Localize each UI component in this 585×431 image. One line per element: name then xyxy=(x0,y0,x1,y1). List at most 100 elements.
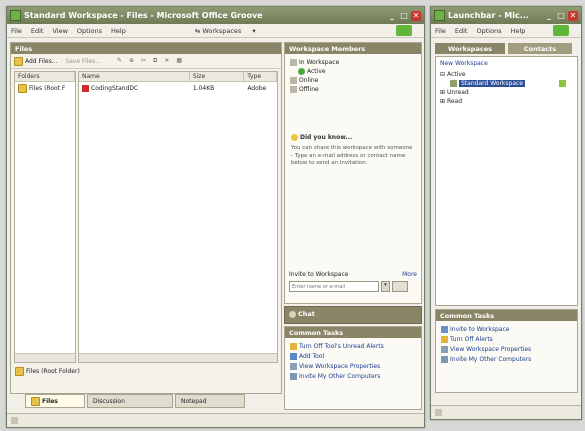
chat-header[interactable]: Chat xyxy=(285,307,421,321)
invite-input[interactable] xyxy=(289,281,379,292)
add-files-icon xyxy=(14,56,23,66)
folder-icon xyxy=(18,84,27,93)
tab-files[interactable]: Files xyxy=(25,394,85,408)
main-status-bar xyxy=(7,413,424,427)
presence-online-icon xyxy=(298,68,305,75)
files-tab-icon xyxy=(31,396,40,406)
workspaces-menu[interactable]: ⇆ Workspaces ▾ xyxy=(195,27,256,35)
column-size[interactable]: Size xyxy=(190,72,245,81)
tab-discussion[interactable]: Discussion xyxy=(87,394,173,408)
menu-options[interactable]: Options xyxy=(77,27,102,35)
close-button[interactable]: ✕ xyxy=(411,10,421,21)
tool-tabs: Files Discussion Notepad xyxy=(25,394,245,410)
files-scrollbar[interactable] xyxy=(79,353,277,362)
launchbar-menu-help[interactable]: Help xyxy=(511,27,526,35)
common-tasks-panel: Common Tasks Turn Off Tool's Unread Aler… xyxy=(284,326,422,410)
add-tool-icon xyxy=(290,352,297,360)
new-workspace-link[interactable]: New Workspace xyxy=(436,57,577,70)
launchbar-close-button[interactable]: ✕ xyxy=(568,10,578,21)
task-add-tool[interactable]: Add Tool xyxy=(290,351,416,361)
toolbar-icons[interactable]: ✎⊕✂⧉✕▦ xyxy=(117,57,189,65)
tab-workspaces[interactable]: Workspaces xyxy=(435,43,505,54)
common-tasks-header: Common Tasks xyxy=(285,327,421,338)
chat-panel: Chat xyxy=(284,306,422,324)
files-panel-header: Files xyxy=(11,43,281,54)
groove-app-icon xyxy=(434,10,445,21)
groove-logo xyxy=(553,25,569,36)
group-online[interactable]: Online xyxy=(290,76,416,85)
task-turn-off-alerts[interactable]: Turn Off Tool's Unread Alerts xyxy=(290,341,416,351)
files-list-pane: Name Size Type CodingStandDC 1.04KB Adob… xyxy=(78,71,278,363)
folders-scrollbar[interactable] xyxy=(15,353,75,362)
computer-icon xyxy=(290,372,297,380)
tab-notepad[interactable]: Notepad xyxy=(175,394,245,408)
workspace-members-panel: Workspace Members In Workspace Active On… xyxy=(284,42,422,304)
group-unread[interactable]: ⊞ Unread xyxy=(436,88,577,97)
computer-icon xyxy=(441,355,448,363)
launchbar-maximize-button[interactable]: □ xyxy=(556,11,566,21)
pdf-file-icon xyxy=(82,85,89,92)
properties-icon xyxy=(441,345,448,353)
group-icon xyxy=(290,59,297,66)
minimize-button[interactable]: _ xyxy=(387,11,397,21)
chat-icon xyxy=(289,310,296,318)
files-toolbar: Add Files... Save Files... ✎⊕✂⧉✕▦ xyxy=(11,54,281,69)
main-title-bar[interactable]: Standard Workspace - Files - Microsoft O… xyxy=(7,7,424,24)
invite-dropdown-button[interactable]: ▾ xyxy=(381,281,390,292)
task-invite-computers[interactable]: Invite My Other Computers xyxy=(441,354,572,364)
alert-icon xyxy=(290,342,297,350)
group-in-workspace[interactable]: In Workspace xyxy=(290,58,416,67)
launchbar-common-tasks-header: Common Tasks xyxy=(436,310,577,321)
group-read[interactable]: ⊞ Read xyxy=(436,97,577,106)
main-menu-bar: File Edit View Options Help ⇆ Workspaces… xyxy=(7,24,424,38)
main-window-title: Standard Workspace - Files - Microsoft O… xyxy=(24,11,263,20)
alert-icon xyxy=(441,335,448,343)
column-type[interactable]: Type xyxy=(244,72,277,81)
launchbar-title-bar[interactable]: Launchbar - Mic... _ □ ✕ xyxy=(431,7,581,24)
group-offline[interactable]: Offline xyxy=(290,85,416,94)
invite-section: Invite to Workspace More ▾ xyxy=(289,271,417,292)
menu-edit[interactable]: Edit xyxy=(31,27,44,35)
more-link[interactable]: More xyxy=(402,271,417,278)
invite-go-button[interactable] xyxy=(392,281,408,292)
menu-view[interactable]: View xyxy=(52,27,67,35)
tab-contacts[interactable]: Contacts xyxy=(508,43,572,54)
group-icon xyxy=(290,86,297,93)
launchbar-status-bar xyxy=(431,405,581,419)
save-files-button[interactable]: Save Files... xyxy=(65,58,101,65)
launchbar-common-tasks: Common Tasks Invite to Workspace Turn Of… xyxy=(435,309,578,393)
menu-help[interactable]: Help xyxy=(111,27,126,35)
members-header: Workspace Members xyxy=(285,43,421,54)
workspace-icon xyxy=(450,80,457,87)
folder-tree-root[interactable]: Files (Root F xyxy=(15,84,75,93)
member-active[interactable]: Active xyxy=(290,67,416,76)
task-invite-computers[interactable]: Invite My Other Computers xyxy=(290,371,416,381)
lightbulb-icon xyxy=(291,134,298,141)
menu-file[interactable]: File xyxy=(11,27,22,35)
task-invite-workspace[interactable]: Invite to Workspace xyxy=(441,324,572,334)
launchbar-window: Launchbar - Mic... _ □ ✕ File Edit Optio… xyxy=(430,6,582,420)
launchbar-tabs: Workspaces Contacts xyxy=(435,43,572,54)
task-turn-off-alerts[interactable]: Turn Off Alerts xyxy=(441,334,572,344)
main-window: Standard Workspace - Files - Microsoft O… xyxy=(6,6,425,428)
file-row[interactable]: CodingStandDC 1.04KB Adobe xyxy=(79,84,277,93)
root-folder-status: Files (Root Folder) xyxy=(15,367,80,376)
groove-app-icon xyxy=(10,10,21,21)
column-name[interactable]: Name xyxy=(79,72,190,81)
launchbar-menu-file[interactable]: File xyxy=(435,27,446,35)
properties-icon xyxy=(290,362,297,370)
launchbar-minimize-button[interactable]: _ xyxy=(544,11,554,21)
root-folder-icon xyxy=(15,367,24,376)
groove-logo xyxy=(396,25,412,36)
add-files-button[interactable]: Add Files... xyxy=(14,56,57,66)
launchbar-menu-bar: File Edit Options Help xyxy=(431,24,581,38)
workspace-standard[interactable]: Standard Workspace xyxy=(436,79,577,88)
files-column-header: Name Size Type xyxy=(79,72,277,82)
task-view-properties[interactable]: View Workspace Properties xyxy=(441,344,572,354)
launchbar-menu-edit[interactable]: Edit xyxy=(455,27,468,35)
task-view-properties[interactable]: View Workspace Properties xyxy=(290,361,416,371)
status-icon xyxy=(435,409,442,416)
maximize-button[interactable]: □ xyxy=(399,11,409,21)
launchbar-menu-options[interactable]: Options xyxy=(476,27,501,35)
group-active[interactable]: ⊟ Active xyxy=(436,70,577,79)
